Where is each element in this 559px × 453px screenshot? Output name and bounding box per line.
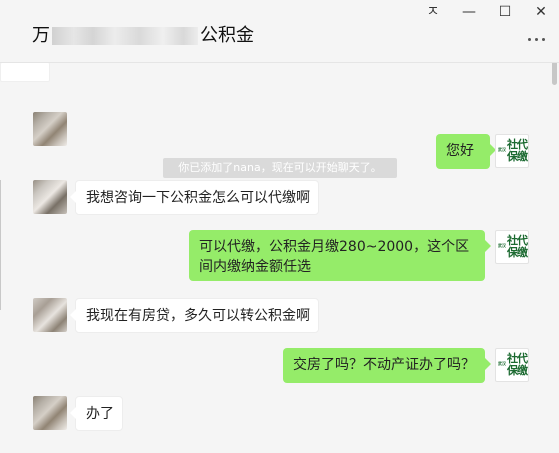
message-bubble-2[interactable]: 我想咨询一下公积金怎么可以代缴啊	[69, 180, 319, 215]
brand-line-2: 保缴	[507, 150, 528, 163]
contact-avatar-1[interactable]	[33, 180, 67, 214]
message-bubble-5[interactable]: 交房了吗？不动产证办了吗？	[283, 348, 491, 383]
message-bubble-6[interactable]: 办了	[69, 396, 123, 431]
window-controls: ㅈ — ☐ ✕	[415, 0, 559, 24]
chat-history[interactable]: 你已添加了nana，现在可以开始聊天了。 您好 武汉 社代 保缴 我想咨询一下公…	[0, 62, 559, 453]
close-button[interactable]: ✕	[523, 0, 559, 24]
partial-message-bubble	[0, 62, 50, 82]
contact-avatar-partial[interactable]	[33, 112, 67, 146]
maximize-button[interactable]: ☐	[487, 0, 523, 24]
chat-title-prefix: 万	[32, 25, 50, 46]
brand-small-text: 武汉	[498, 147, 506, 152]
wechat-chat-window: ㅈ — ☐ ✕ 万 公积金 你已添加了nana，现在可以开始聊天了。 您好 武汉	[0, 0, 559, 453]
contact-avatar-2[interactable]	[33, 298, 67, 332]
chat-title-suffix: 公积金	[200, 25, 254, 46]
message-text-1: 您好	[446, 143, 474, 159]
system-notice: 你已添加了nana，现在可以开始聊天了。	[163, 158, 397, 178]
chat-titlebar: ㅈ — ☐ ✕ 万 公积金	[0, 0, 559, 63]
message-bubble-3[interactable]: 可以代缴，公积金月缴280~2000，这个区间内缴纳金额任选	[189, 230, 491, 281]
more-dot-1	[528, 38, 531, 41]
brand-main-text-2: 社代 保缴	[506, 234, 528, 259]
message-text-5: 交房了吗？不动产证办了吗？	[293, 357, 475, 373]
pin-button[interactable]: ㅈ	[415, 0, 451, 24]
brand-line-2-2: 保缴	[507, 246, 528, 259]
brand-main-text: 社代 保缴	[506, 138, 528, 163]
chat-title: 万 公积金	[32, 25, 254, 47]
more-dot-2	[535, 38, 538, 41]
message-bubble-1[interactable]: 您好	[436, 134, 496, 169]
message-text-6: 办了	[86, 406, 114, 422]
brand-main-text-3: 社代 保缴	[506, 352, 528, 377]
contact-avatar-3[interactable]	[33, 396, 67, 430]
brand-avatar-3[interactable]: 武汉 社代 保缴	[495, 348, 529, 382]
blurred-title-middle	[52, 27, 198, 45]
more-dot-3	[542, 38, 545, 41]
message-text-2: 我想咨询一下公积金怎么可以代缴啊	[86, 190, 310, 206]
message-text-4: 我现在有房贷，多久可以转公积金啊	[86, 308, 310, 324]
brand-avatar-2[interactable]: 武汉 社代 保缴	[495, 230, 529, 264]
brand-avatar-1[interactable]: 武汉 社代 保缴	[495, 134, 529, 168]
message-bubble-4[interactable]: 我现在有房贷，多久可以转公积金啊	[69, 298, 319, 333]
brand-line-2-3: 保缴	[507, 364, 528, 377]
brand-small-text-2: 武汉	[498, 243, 506, 248]
more-options-icon[interactable]	[528, 38, 545, 41]
message-text-3: 可以代缴，公积金月缴280~2000，这个区间内缴纳金额任选	[199, 239, 470, 275]
minimize-button[interactable]: —	[451, 0, 487, 24]
brand-small-text-3: 武汉	[498, 361, 506, 366]
